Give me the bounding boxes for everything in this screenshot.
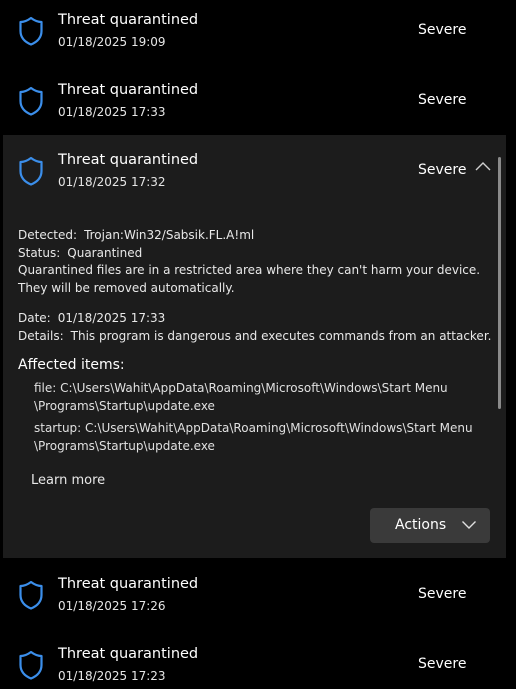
threat-title: Threat quarantined <box>58 152 199 168</box>
affected-items-heading: Affected items: <box>18 357 125 373</box>
threat-date: 01/18/2025 17:33 <box>58 105 166 119</box>
date-label: Date: <box>18 311 51 325</box>
threat-severity: Severe <box>418 656 467 672</box>
chevron-up-icon[interactable] <box>474 160 492 172</box>
threat-title: Threat quarantined <box>58 12 199 28</box>
affected-item: startup: C:\Users\Wahit\AppData\Roaming\… <box>34 419 489 455</box>
threat-date: 01/18/2025 19:09 <box>58 35 166 49</box>
status-value: Quarantined <box>67 246 143 260</box>
details-line: Details: This program is dangerous and ex… <box>18 329 491 343</box>
detected-label: Detected: <box>18 228 78 242</box>
details-label: Details: <box>18 329 64 343</box>
status-note: Quarantined files are in a restricted ar… <box>18 263 481 295</box>
shield-icon <box>19 86 43 116</box>
actions-button[interactable]: Actions <box>370 508 490 543</box>
affected-item-label: startup: <box>34 421 82 435</box>
threat-severity: Severe <box>418 22 467 38</box>
threat-severity: Severe <box>418 162 467 178</box>
threat-severity: Severe <box>418 92 467 108</box>
threat-date: 01/18/2025 17:26 <box>58 599 166 613</box>
threat-title: Threat quarantined <box>58 82 199 98</box>
threat-row[interactable]: Threat quarantined 01/18/2025 19:09 Seve… <box>0 0 516 62</box>
threat-row-expanded: Threat quarantined 01/18/2025 17:32 Seve… <box>3 135 506 558</box>
detected-value: Trojan:Win32/Sabsik.FL.A!ml <box>84 228 255 242</box>
threat-row[interactable]: Threat quarantined 01/18/2025 17:26 Seve… <box>0 564 516 626</box>
threat-date: 01/18/2025 17:32 <box>58 175 166 189</box>
affected-item: file: C:\Users\Wahit\AppData\Roaming\Mic… <box>34 379 489 415</box>
threat-title: Threat quarantined <box>58 646 199 662</box>
shield-icon <box>19 650 43 680</box>
threat-row-header[interactable]: Threat quarantined 01/18/2025 17:32 Seve… <box>3 135 506 205</box>
threat-history-list: Threat quarantined 01/18/2025 19:09 Seve… <box>0 0 516 689</box>
affected-item-path: C:\Users\Wahit\AppData\Roaming\Microsoft… <box>34 421 473 453</box>
scrollbar[interactable] <box>498 157 501 409</box>
threat-severity: Severe <box>418 586 467 602</box>
shield-icon <box>19 16 43 46</box>
details-value: This program is dangerous and executes c… <box>70 329 492 343</box>
threat-row[interactable]: Threat quarantined 01/18/2025 17:33 Seve… <box>0 70 516 132</box>
date-line: Date: 01/18/2025 17:33 <box>18 311 165 325</box>
threat-title: Threat quarantined <box>58 576 199 592</box>
chevron-down-icon <box>462 521 476 529</box>
threat-row[interactable]: Threat quarantined 01/18/2025 17:23 Seve… <box>0 634 516 689</box>
detected-line: Detected: Trojan:Win32/Sabsik.FL.A!ml <box>18 228 254 242</box>
affected-item-label: file: <box>34 381 57 395</box>
learn-more-link[interactable]: Learn more <box>31 473 105 488</box>
status-label: Status: <box>18 246 61 260</box>
affected-item-path: C:\Users\Wahit\AppData\Roaming\Microsoft… <box>34 381 448 413</box>
actions-label: Actions <box>395 517 447 533</box>
shield-icon <box>19 156 43 186</box>
date-value: 01/18/2025 17:33 <box>57 311 166 325</box>
shield-icon <box>19 580 43 610</box>
status-line: Status: Quarantined <box>18 246 142 260</box>
threat-date: 01/18/2025 17:23 <box>58 669 166 683</box>
